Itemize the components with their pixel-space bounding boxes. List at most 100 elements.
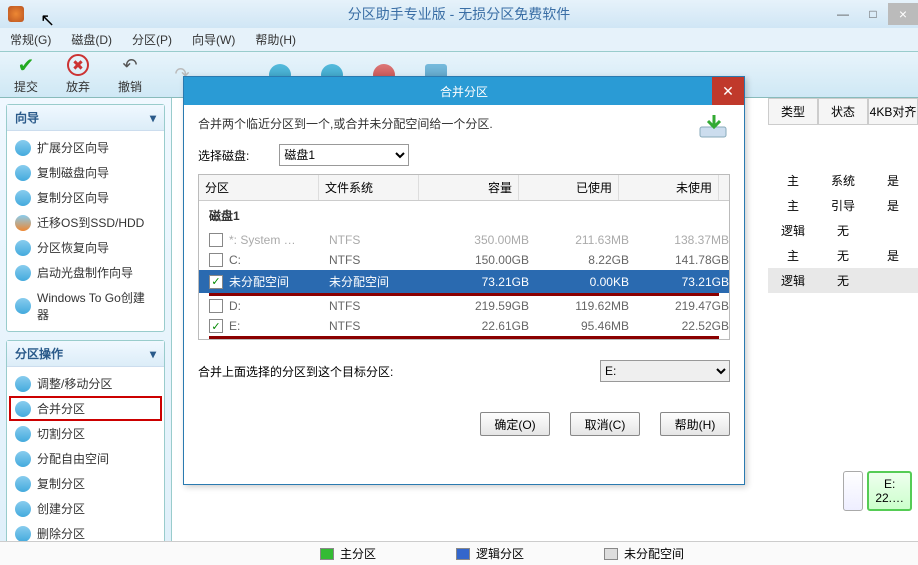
- check-icon: ✔: [15, 54, 37, 76]
- wizard-icon: [15, 215, 31, 231]
- ops-icon: [15, 476, 31, 492]
- col-used[interactable]: 已使用: [519, 175, 619, 200]
- menu-partition[interactable]: 分区(P): [132, 31, 172, 48]
- col-partition[interactable]: 分区: [199, 175, 319, 200]
- checkbox[interactable]: [209, 319, 223, 333]
- swatch-unalloc: [604, 548, 618, 560]
- titlebar: 分区助手专业版 - 无损分区免费软件 — □ ×: [0, 0, 918, 28]
- ops-item[interactable]: 调整/移动分区: [9, 371, 162, 396]
- ops-item[interactable]: 复制分区: [9, 471, 162, 496]
- wizard-icon: [15, 140, 31, 156]
- table-row[interactable]: 逻辑无: [768, 268, 918, 293]
- table-row[interactable]: 逻辑无: [768, 218, 918, 243]
- collapse-icon[interactable]: ▾: [150, 111, 156, 125]
- wizard-item[interactable]: 扩展分区向导: [9, 135, 162, 160]
- checkbox[interactable]: [209, 299, 223, 313]
- wizard-icon: [15, 298, 31, 314]
- wizard-item[interactable]: 分区恢复向导: [9, 235, 162, 260]
- wizard-icon: [15, 265, 31, 281]
- ops-icon: [15, 401, 31, 417]
- legend-logical: 逻辑分区: [476, 545, 524, 562]
- wizard-item[interactable]: 启动光盘制作向导: [9, 260, 162, 285]
- undo-button[interactable]: ↶撤销: [112, 54, 148, 95]
- ops-item[interactable]: 创建分区: [9, 496, 162, 521]
- ok-button[interactable]: 确定(O): [480, 412, 550, 436]
- disk-segment[interactable]: [843, 471, 863, 511]
- col-status[interactable]: 状态: [818, 98, 868, 125]
- wizard-panel: 向导 ▾ 扩展分区向导复制磁盘向导复制分区向导迁移OS到SSD/HDD分区恢复向导…: [6, 104, 165, 332]
- ops-item[interactable]: 切割分区: [9, 421, 162, 446]
- swatch-primary: [320, 548, 334, 560]
- minimize-button[interactable]: —: [828, 3, 858, 25]
- sidebar: 向导 ▾ 扩展分区向导复制磁盘向导复制分区向导迁移OS到SSD/HDD分区恢复向导…: [0, 98, 172, 541]
- col-free[interactable]: 未使用: [619, 175, 719, 200]
- select-disk-label: 选择磁盘:: [198, 147, 249, 164]
- close-button[interactable]: ×: [888, 3, 918, 25]
- dialog-description: 合并两个临近分区到一个,或合并未分配空间给一个分区.: [198, 115, 730, 132]
- wizard-icon: [15, 190, 31, 206]
- menu-general[interactable]: 常规(G): [10, 31, 51, 48]
- merge-dialog: 合并分区 ✕ 合并两个临近分区到一个,或合并未分配空间给一个分区. 选择磁盘: …: [183, 76, 745, 485]
- app-icon: [8, 6, 24, 22]
- statusbar: 主分区 逻辑分区 未分配空间: [0, 541, 918, 565]
- ops-icon: [15, 451, 31, 467]
- discard-icon: ✖: [67, 54, 89, 76]
- disk-preview: E:22.…: [843, 471, 912, 511]
- menu-disk[interactable]: 磁盘(D): [71, 31, 112, 48]
- highlight-underline: [209, 336, 719, 339]
- table-row[interactable]: 主引导是: [768, 193, 918, 218]
- ops-icon: [15, 501, 31, 517]
- merge-icon: [698, 113, 730, 141]
- grid-row[interactable]: 未分配空间未分配空间73.21GB0.00KB73.21GB: [199, 270, 729, 293]
- ops-item[interactable]: 合并分区: [9, 396, 162, 421]
- disk-select[interactable]: 磁盘1: [279, 144, 409, 166]
- grid-row[interactable]: C:NTFS150.00GB8.22GB141.78GB: [199, 250, 729, 270]
- col-fs[interactable]: 文件系统: [319, 175, 419, 200]
- wizard-icon: [15, 165, 31, 181]
- wizard-item[interactable]: 迁移OS到SSD/HDD: [9, 210, 162, 235]
- panel-title: 向导: [15, 109, 39, 126]
- ops-icon: [15, 526, 31, 542]
- col-capacity[interactable]: 容量: [419, 175, 519, 200]
- right-columns: 类型 状态 4KB对齐: [768, 98, 918, 125]
- help-button[interactable]: 帮助(H): [660, 412, 730, 436]
- target-label: 合并上面选择的分区到这个目标分区:: [198, 363, 393, 380]
- maximize-button[interactable]: □: [858, 3, 888, 25]
- right-table: 主系统是主引导是逻辑无主无是逻辑无: [768, 168, 918, 293]
- dialog-titlebar: 合并分区 ✕: [184, 77, 744, 105]
- dialog-close-button[interactable]: ✕: [712, 77, 744, 105]
- checkbox[interactable]: [209, 233, 223, 247]
- ops-item[interactable]: 删除分区: [9, 521, 162, 541]
- menu-help[interactable]: 帮助(H): [255, 31, 296, 48]
- grid-row[interactable]: E:NTFS22.61GB95.46MB22.52GB: [199, 316, 729, 336]
- col-align[interactable]: 4KB对齐: [868, 98, 918, 125]
- menubar: 常规(G) 磁盘(D) 分区(P) 向导(W) 帮助(H): [0, 28, 918, 52]
- panel-title: 分区操作: [15, 345, 63, 362]
- wizard-icon: [15, 240, 31, 256]
- table-row[interactable]: 主无是: [768, 243, 918, 268]
- partition-grid: 分区 文件系统 容量 已使用 未使用 磁盘1 *: System …NTFS35…: [198, 174, 730, 340]
- grid-row[interactable]: D:NTFS219.59GB119.62MB219.47GB: [199, 296, 729, 316]
- target-select[interactable]: E:: [600, 360, 730, 382]
- grid-row[interactable]: *: System …NTFS350.00MB211.63MB138.37MB: [199, 230, 729, 250]
- commit-button[interactable]: ✔提交: [8, 54, 44, 95]
- wizard-item[interactable]: 复制磁盘向导: [9, 160, 162, 185]
- collapse-icon[interactable]: ▾: [150, 347, 156, 361]
- dialog-title: 合并分区: [440, 83, 488, 100]
- discard-button[interactable]: ✖放弃: [60, 54, 96, 95]
- table-row[interactable]: 主系统是: [768, 168, 918, 193]
- col-type[interactable]: 类型: [768, 98, 818, 125]
- ops-icon: [15, 376, 31, 392]
- wizard-item[interactable]: Windows To Go创建器: [9, 285, 162, 327]
- checkbox[interactable]: [209, 275, 223, 289]
- checkbox[interactable]: [209, 253, 223, 267]
- cancel-button[interactable]: 取消(C): [570, 412, 640, 436]
- disk-segment-e[interactable]: E:22.…: [867, 471, 912, 511]
- wizard-item[interactable]: 复制分区向导: [9, 185, 162, 210]
- ops-panel: 分区操作▾ 调整/移动分区合并分区切割分区分配自由空间复制分区创建分区删除分区格…: [6, 340, 165, 541]
- swatch-logical: [456, 548, 470, 560]
- legend-primary: 主分区: [340, 545, 376, 562]
- window-title: 分区助手专业版 - 无损分区免费软件: [348, 4, 570, 24]
- ops-item[interactable]: 分配自由空间: [9, 446, 162, 471]
- menu-wizard[interactable]: 向导(W): [192, 31, 235, 48]
